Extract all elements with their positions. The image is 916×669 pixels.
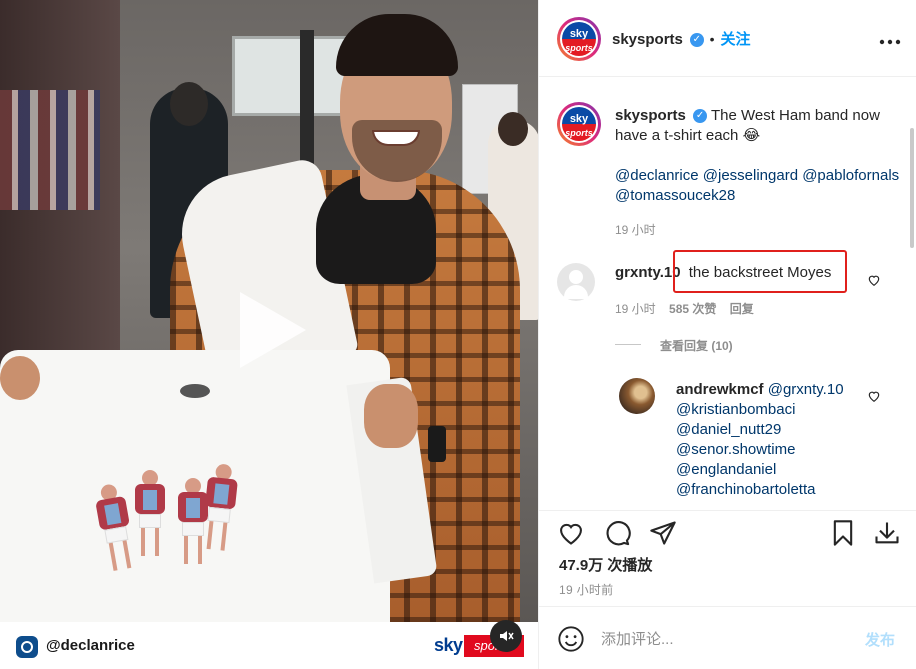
comment-highlight-box <box>673 250 847 293</box>
comment-input[interactable] <box>601 627 841 651</box>
post-time[interactable]: 19 小时前 <box>559 581 613 598</box>
video-frame <box>0 0 538 622</box>
comments-scroll-area[interactable]: sky sports skysports ✓ The West Ham band … <box>539 78 916 510</box>
author-avatar[interactable]: sky sports <box>557 17 601 61</box>
post-header: sky sports skysports ✓ • 关注 <box>539 0 916 77</box>
video-scene-tshirt-collar <box>180 384 210 398</box>
speaker-muted-icon[interactable] <box>490 620 522 652</box>
video-scene-hair <box>336 14 458 76</box>
tshirt-print-player <box>135 470 165 556</box>
reply-username[interactable]: andrewkmcf <box>676 381 764 398</box>
author-username[interactable]: skysports <box>612 31 683 48</box>
scrollbar-thumb[interactable] <box>910 128 914 248</box>
caption-username[interactable]: skysports <box>615 107 686 124</box>
like-heart-icon[interactable] <box>557 519 587 549</box>
comment-bubble-icon[interactable] <box>603 519 633 549</box>
reply-like-heart-icon[interactable] <box>867 389 881 403</box>
verified-badge-icon: ✓ <box>689 33 704 48</box>
caption-mentions[interactable]: @declanrice @jesselingard @pablofornals … <box>615 166 905 206</box>
reply-author-avatar[interactable] <box>619 378 655 414</box>
share-paper-plane-icon[interactable] <box>649 519 679 549</box>
comment-username[interactable]: grxnty.10 <box>615 264 681 281</box>
more-horizontal-icon[interactable] <box>879 28 901 51</box>
bookmark-icon[interactable] <box>829 519 859 549</box>
comment-meta: 19 小时 585 次赞 回复 <box>615 300 754 317</box>
caption: skysports ✓ The West Ham band now have a… <box>615 106 905 146</box>
reply-mention-item[interactable]: @kristianbombaci <box>676 400 886 420</box>
download-icon[interactable] <box>873 519 903 549</box>
reply: andrewkmcf @grxnty.10 @kristianbombaci @… <box>676 380 886 500</box>
commenter-avatar[interactable] <box>557 263 595 301</box>
comment-likes[interactable]: 585 次赞 <box>669 302 716 316</box>
view-replies-button[interactable]: 查看回复 (10) <box>660 337 733 354</box>
reply-mention-item[interactable]: @englandaniel <box>676 460 886 480</box>
instagram-icon <box>16 636 38 658</box>
header-separator: • <box>709 31 715 47</box>
verified-badge-icon: ✓ <box>693 109 708 124</box>
follow-button[interactable]: 关注 <box>720 31 750 48</box>
caption-time[interactable]: 19 小时 <box>615 221 656 238</box>
post-side-panel: sky sports skysports ✓ • 关注 sky sports sky… <box>538 0 916 669</box>
view-replies-line <box>615 344 641 345</box>
post-comment-button[interactable]: 发布 <box>865 629 895 650</box>
comments-scrollbar[interactable] <box>909 88 915 508</box>
reply-mention[interactable]: @grxnty.10 <box>768 381 844 398</box>
post-actions: 47.9万 次播放 19 小时前 <box>539 510 916 602</box>
caption-author-avatar[interactable]: sky sports <box>557 102 601 146</box>
header-user-line: skysports ✓ • 关注 <box>612 28 750 49</box>
video-scene-window <box>232 36 352 116</box>
emoji-smiley-icon[interactable] <box>557 625 585 653</box>
sky-logo-word: sky <box>434 635 463 655</box>
reply-mention-item[interactable]: @franchinobartoletta <box>676 480 886 500</box>
add-comment-bar: 发布 <box>539 606 916 669</box>
video-scene-hand-left <box>0 356 40 400</box>
comment-time[interactable]: 19 小时 <box>615 302 656 316</box>
reply-mention-item[interactable]: @senor.showtime <box>676 440 886 460</box>
video-scene-watch <box>428 426 446 462</box>
view-count[interactable]: 47.9万 次播放 <box>559 554 652 575</box>
video-watermark-handle: @declanrice <box>46 637 135 654</box>
comment-like-heart-icon[interactable] <box>867 273 881 287</box>
comment-reply-button[interactable]: 回复 <box>730 302 754 316</box>
video-scene-hand-right <box>364 384 418 448</box>
play-icon[interactable] <box>240 292 306 368</box>
video-player[interactable]: @declanrice sky sports <box>0 0 538 669</box>
video-scene-shirts-rack <box>0 90 100 210</box>
sky-sports-avatar-logo: sky sports <box>562 22 596 56</box>
reply-mention-item[interactable]: @daniel_nutt29 <box>676 420 886 440</box>
